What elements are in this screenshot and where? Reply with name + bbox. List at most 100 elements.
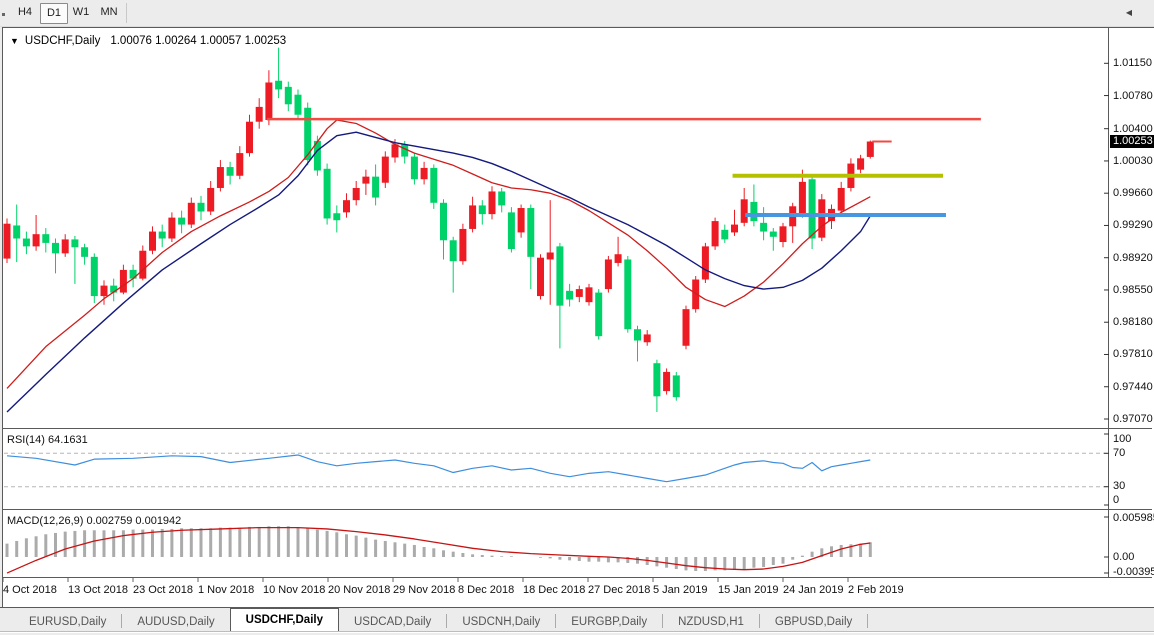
date-axis-label: 18 Dec 2018 [523, 584, 585, 596]
candle-body [838, 188, 845, 211]
candle-body [605, 259, 612, 289]
candle-body [4, 224, 11, 259]
tab-scroll-left-icon[interactable]: ◀ [1126, 8, 1132, 17]
candle-body [207, 188, 214, 212]
candle-body [411, 157, 418, 180]
candle-body [188, 203, 195, 225]
candle-body [760, 223, 767, 232]
macd-axis-label: 0.00 [1113, 551, 1134, 563]
date-axis-label: 2 Feb 2019 [848, 584, 904, 596]
candle-body [644, 334, 651, 342]
chart-canvas[interactable] [0, 0, 1154, 635]
candle-body [333, 213, 340, 220]
trading-terminal-window: H4D1W1MN ▼USDCHF,Daily1.00076 1.00264 1.… [0, 0, 1154, 635]
candle-body [324, 169, 331, 219]
price-axis-label[interactable]: 0.98550 [1113, 284, 1153, 296]
date-axis-label: 29 Nov 2018 [393, 584, 455, 596]
candle-body [227, 167, 234, 176]
price-axis-label[interactable]: 0.98920 [1113, 252, 1153, 264]
candle-body [91, 257, 98, 296]
candle-body [741, 199, 748, 223]
status-strip [0, 631, 1154, 635]
candle-body [615, 254, 622, 263]
date-axis-label: 20 Nov 2018 [328, 584, 390, 596]
candle-body [508, 212, 515, 249]
candle-body [547, 252, 554, 259]
candle-body [81, 247, 88, 257]
candle-body [809, 179, 816, 238]
candle-body [149, 232, 156, 251]
candle-body [256, 107, 263, 122]
candle-body [178, 218, 185, 225]
macd-indicator-label: MACD(12,26,9) 0.002759 0.001942 [7, 515, 181, 527]
rsi-indicator-label: RSI(14) 64.1631 [7, 434, 88, 446]
candle-body [275, 81, 282, 90]
macd-axis-label: -0.003954 [1113, 566, 1154, 578]
chart-tab-bar: EURUSD,DailyAUDUSD,DailyUSDCHF,DailyUSDC… [0, 607, 1154, 632]
candle-body [52, 243, 59, 253]
price-axis-label[interactable]: 0.97440 [1113, 381, 1153, 393]
candle-body [101, 286, 108, 296]
candle-body [139, 251, 146, 279]
date-axis-label: 15 Jan 2019 [718, 584, 779, 596]
candle-body [295, 95, 302, 115]
tab-eurusd-daily[interactable]: EURUSD,Daily [14, 612, 121, 632]
candle-body [663, 372, 670, 391]
rsi-axis-label: 70 [1113, 447, 1125, 459]
candle-body [392, 144, 399, 157]
tab-eurgbp-daily[interactable]: EURGBP,Daily [556, 612, 662, 632]
macd-axis-label: 0.005985 [1113, 512, 1154, 524]
candle-body [634, 329, 641, 340]
price-axis-label[interactable]: 0.99660 [1113, 187, 1153, 199]
price-axis-label[interactable]: 1.00030 [1113, 155, 1153, 167]
candle-body [731, 225, 738, 233]
candle-body [818, 199, 825, 237]
price-axis-label[interactable]: 0.98180 [1113, 316, 1153, 328]
candle-body [576, 289, 583, 297]
rsi-line [7, 455, 870, 482]
tab-usdcnh-daily[interactable]: USDCNH,Daily [447, 612, 555, 632]
candle-body [673, 375, 680, 397]
candle-body [440, 203, 447, 240]
candle-body [33, 234, 40, 246]
tab-usdchf-daily[interactable]: USDCHF,Daily [230, 608, 339, 632]
candle-body [23, 239, 30, 247]
candle-body [459, 229, 466, 261]
rsi-axis-label: 0 [1113, 494, 1119, 506]
candle-body [566, 291, 573, 300]
tab-nzdusd-h1[interactable]: NZDUSD,H1 [663, 612, 759, 632]
tab-audusd-daily[interactable]: AUDUSD,Daily [122, 612, 229, 632]
price-axis-label[interactable]: 1.00780 [1113, 90, 1153, 102]
candle-body [518, 208, 525, 232]
candle-body [265, 82, 272, 119]
candle-body [372, 177, 379, 198]
tab-gbpusd-daily[interactable]: GBPUSD,Daily [760, 612, 867, 632]
candle-body [285, 87, 292, 104]
rsi-axis-label: 100 [1113, 433, 1131, 445]
candle-body [624, 259, 631, 329]
candle-body [130, 270, 137, 279]
candle-body [595, 293, 602, 337]
candle-body [702, 246, 709, 279]
candle-body [750, 202, 757, 221]
candle-body [586, 287, 593, 302]
candle-body [236, 153, 243, 176]
date-axis-label: 1 Nov 2018 [198, 584, 254, 596]
date-axis-label: 5 Jan 2019 [653, 584, 707, 596]
price-axis-label[interactable]: 0.99290 [1113, 219, 1153, 231]
price-axis-label[interactable]: 1.00400 [1113, 123, 1153, 135]
candle-body [159, 232, 166, 239]
candle-body [712, 221, 719, 246]
price-axis-label[interactable]: 1.01150 [1113, 57, 1152, 69]
candle-body [683, 309, 690, 346]
candle-body [498, 191, 505, 205]
candle-body [362, 177, 369, 184]
date-axis-label: 23 Oct 2018 [133, 584, 193, 596]
candle-body [382, 157, 389, 183]
candle-body [430, 168, 437, 203]
symbol-dropdown-icon[interactable]: ▼ [10, 36, 19, 46]
price-axis-label[interactable]: 0.97810 [1113, 348, 1153, 360]
tab-usdcad-daily[interactable]: USDCAD,Daily [339, 612, 446, 632]
candle-body [489, 191, 496, 214]
price-axis-label[interactable]: 0.97070 [1113, 413, 1153, 425]
